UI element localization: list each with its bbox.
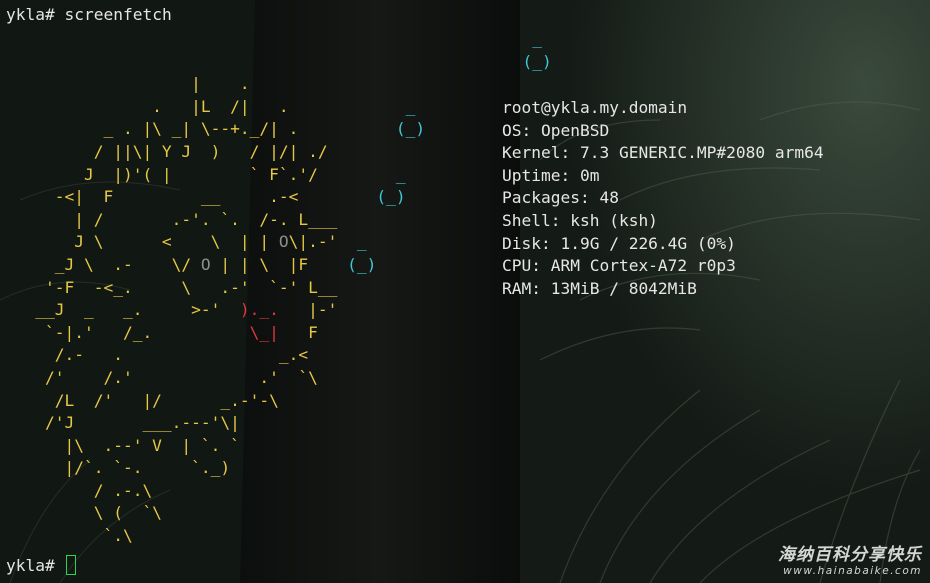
logo-segment: O	[200, 254, 211, 274]
logo-segment: `-|.' /_.	[6, 322, 250, 342]
packages-info: Packages: 48	[502, 188, 619, 208]
terminal-window[interactable]: ykla# screenfetch _ (_) | . . |L /| . _	[0, 0, 930, 583]
logo-segment: /.- . _.<	[6, 345, 309, 365]
command-text: screenfetch	[64, 5, 172, 24]
logo-line: `-|.' /_. \_| F	[6, 322, 552, 345]
logo-segment: (_)	[522, 51, 552, 71]
logo-line: `.\	[6, 525, 552, 548]
logo-segment	[6, 52, 523, 71]
logo-line: / ||\| Y J ) / |/| ./	[6, 141, 552, 164]
logo-line: \ ( `\	[6, 502, 552, 525]
prompt: ykla#	[6, 5, 55, 24]
logo-segment: `.\	[6, 526, 133, 546]
os-info: OS: OpenBSD	[502, 120, 610, 140]
logo-segment: \|.-'	[288, 232, 357, 252]
ram-info: RAM: 13MiB / 8042MiB	[502, 278, 697, 298]
logo-line: -<| F __ .-< (_)	[6, 186, 552, 209]
logo-segment: -<| F __ .-<	[6, 187, 377, 207]
logo-segment: J \ < \ | |	[6, 232, 279, 252]
logo-segment: F	[278, 322, 318, 342]
system-info-panel: root@ykla.my.domain OS: OpenBSD Kernel: …	[502, 97, 824, 300]
logo-line: '-F -<_. \ .-' `-' L__	[6, 277, 552, 300]
logo-segment: _	[405, 96, 416, 116]
logo-segment: . |L /| .	[6, 96, 406, 116]
logo-segment: _	[532, 29, 543, 48]
logo-segment: | .	[6, 74, 250, 94]
logo-segment: (_)	[347, 254, 377, 274]
logo-line: . |L /| . _	[6, 96, 552, 119]
logo-segment: _ . |\ _| \--+._/| .	[6, 119, 396, 139]
logo-segment: /L /' |/ _.-'-\	[6, 390, 279, 410]
logo-line: __J _ _. >-' )._. |-'	[6, 299, 552, 322]
logo-segment: \_|	[249, 322, 279, 342]
logo-segment: |-'	[278, 300, 338, 320]
logo-segment: | | \ |F	[210, 254, 348, 274]
logo-segment: /' /.' .' `\	[6, 367, 318, 387]
logo-line: | .	[6, 73, 552, 96]
cursor[interactable]	[66, 555, 77, 575]
logo-line: J \ < \ | | O\|.-' _	[6, 231, 552, 254]
logo-line: J |)'( | ` F`.'/ _	[6, 164, 552, 187]
watermark-text: 海纳百科分享快乐	[778, 545, 922, 565]
logo-segment: |\ .--' V | `. `	[6, 435, 240, 455]
command-line: ykla# screenfetch	[6, 4, 172, 27]
logo-segment: \ ( `\	[6, 503, 162, 523]
logo-segment: /'J ___.---'\|	[6, 413, 240, 433]
logo-line: /.- . _.<	[6, 344, 552, 367]
logo-line: _ . |\ _| \--+._/| . (_)	[6, 118, 552, 141]
logo-line: _	[6, 28, 552, 51]
logo-line: /L /' |/ _.-'-\	[6, 390, 552, 413]
logo-segment: |/`. `-. `._)	[6, 458, 231, 478]
logo-segment: '-F -<_. \ .-' `-' L__	[6, 277, 338, 297]
logo-line: /' /.' .' `\	[6, 367, 552, 390]
prompt: ykla#	[6, 556, 55, 575]
user-host: root@ykla.my.domain	[502, 98, 688, 117]
logo-line: _J \ .- \/ O | | \ |F (_)	[6, 254, 552, 277]
logo-segment: (_)	[395, 119, 426, 139]
logo-segment	[6, 29, 532, 48]
logo-line: | / .-'. `. /-. L___	[6, 209, 552, 232]
logo-segment: O	[278, 232, 289, 252]
logo-line: /'J ___.---'\|	[6, 412, 552, 435]
logo-segment: _J \ .- \/	[6, 254, 201, 274]
input-line[interactable]: ykla#	[6, 555, 77, 578]
logo-segment: J |)'( | ` F`.'/	[6, 164, 396, 184]
watermark-url: www.hainabaike.com	[783, 565, 922, 577]
logo-segment: _	[395, 164, 406, 184]
watermark: 海纳百科分享快乐 www.hainabaike.com	[778, 540, 922, 577]
logo-line: (_)	[6, 51, 552, 74]
logo-segment: )._.	[239, 300, 279, 320]
logo-line: / .-.\	[6, 480, 552, 503]
logo-segment: (_)	[376, 187, 406, 207]
uptime-info: Uptime: 0m	[502, 165, 600, 185]
shell-info: Shell: ksh (ksh)	[502, 210, 658, 230]
logo-segment: __J _ _. >-'	[6, 300, 240, 320]
logo-segment: / ||\| Y J ) / |/| ./	[6, 141, 328, 161]
disk-info: Disk: 1.9G / 226.4G (0%)	[502, 233, 736, 253]
logo-segment: | / .-'. `. /-. L___	[6, 209, 338, 229]
openbsd-puffy-logo: _ (_) | . . |L /| . _ _ . |\ _| \--+._/|…	[6, 28, 552, 548]
kernel-info: Kernel: 7.3 GENERIC.MP#2080 arm64	[502, 143, 824, 163]
logo-line: |\ .--' V | `. `	[6, 435, 552, 458]
logo-segment: / .-.\	[6, 480, 153, 500]
logo-segment: _	[356, 232, 367, 252]
cpu-info: CPU: ARM Cortex-A72 r0p3	[502, 256, 736, 276]
logo-line: |/`. `-. `._)	[6, 457, 552, 480]
